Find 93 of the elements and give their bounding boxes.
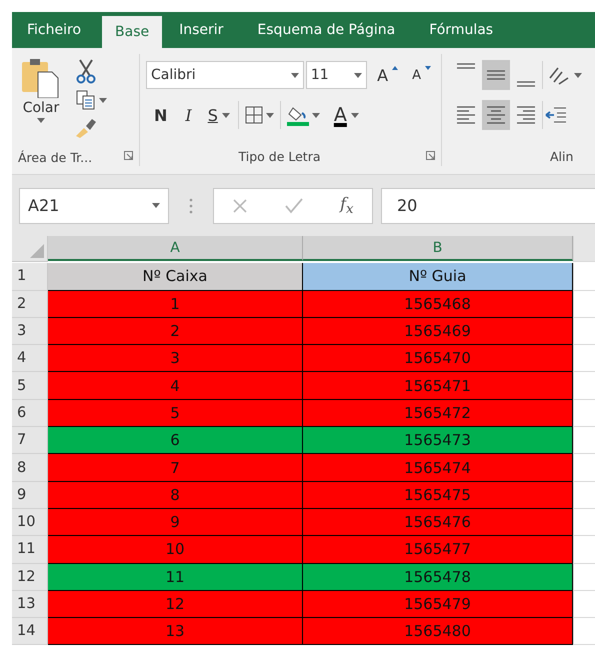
- table-cell: 9: [48, 508, 303, 536]
- table-cell: 3: [48, 345, 303, 372]
- header-cell: Nº Caixa: [48, 263, 303, 291]
- row-header[interactable]: 10: [12, 508, 48, 536]
- row-header[interactable]: 11: [12, 536, 48, 564]
- group-label: Alin: [549, 149, 574, 166]
- paste-button[interactable]: Colar: [18, 58, 64, 150]
- row-header[interactable]: 7: [12, 427, 48, 454]
- bold-button[interactable]: N: [150, 100, 172, 130]
- row-header[interactable]: 1: [12, 263, 48, 291]
- column-header[interactable]: A: [48, 236, 303, 261]
- row-header[interactable]: 14: [12, 618, 48, 646]
- caret-icon: [266, 112, 274, 118]
- table-cell: 2: [48, 318, 303, 346]
- caret-icon: [350, 112, 359, 118]
- table-cell: 10: [48, 536, 303, 564]
- font-name-field[interactable]: Calibri: [146, 61, 304, 89]
- grip-icon: [189, 198, 193, 214]
- font-size-field[interactable]: 11: [306, 61, 368, 89]
- row-header[interactable]: 3: [12, 318, 48, 346]
- horizontal-align-button[interactable]: [482, 100, 510, 130]
- middle-align-icon: [485, 70, 507, 80]
- group-label: Área de Tr...: [17, 150, 94, 167]
- bottom-align-icon: [515, 81, 537, 87]
- ribbon-tab[interactable]: Inserir: [166, 12, 236, 48]
- caret-icon: [290, 72, 299, 78]
- row-header[interactable]: 13: [12, 590, 48, 618]
- formula-input[interactable]: 20: [381, 188, 595, 224]
- vertical-align-button[interactable]: [482, 60, 510, 90]
- caret-icon: [99, 98, 107, 102]
- up-caret-icon: [392, 66, 398, 70]
- align-left-icon: [455, 106, 477, 124]
- align-center-icon: [485, 106, 507, 124]
- row-header[interactable]: 12: [12, 564, 48, 591]
- caret-icon: [574, 72, 582, 78]
- table-cell: 13: [48, 618, 303, 646]
- table-cell: 1565480: [303, 618, 573, 646]
- table-cell: 1565470: [303, 345, 573, 372]
- align-right-icon: [515, 106, 537, 124]
- ribbon-tab[interactable]: Base: [102, 16, 162, 48]
- table-cell: 7: [48, 454, 303, 482]
- launcher-icon[interactable]: [124, 151, 133, 160]
- ribbon-tab[interactable]: Ficheiro: [14, 12, 94, 48]
- name-box[interactable]: A21: [19, 188, 169, 224]
- table-cell: 12: [48, 590, 303, 618]
- font-color-button[interactable]: A: [330, 100, 363, 130]
- check-icon[interactable]: [285, 198, 304, 214]
- table-cell: 1565472: [303, 400, 573, 428]
- caret-icon: [222, 112, 230, 118]
- table-cell: 1: [48, 290, 303, 318]
- scissors-icon[interactable]: [74, 58, 98, 84]
- row-header[interactable]: 6: [12, 400, 48, 428]
- ribbon-tab[interactable]: Fórmulas: [416, 12, 506, 48]
- table-cell: 6: [48, 427, 303, 454]
- table-cell: 1565471: [303, 372, 573, 400]
- table-cell: 1565478: [303, 564, 573, 591]
- table-cell: 8: [48, 482, 303, 509]
- table-cell: 1565473: [303, 427, 573, 454]
- row-header[interactable]: 5: [12, 372, 48, 400]
- row-header[interactable]: 8: [12, 454, 48, 482]
- borders-icon: [244, 106, 263, 124]
- table-cell: 1565474: [303, 454, 573, 482]
- caret-icon: [152, 203, 160, 208]
- caret-icon: [354, 72, 362, 78]
- table-cell: 1565477: [303, 536, 573, 564]
- row-header[interactable]: 9: [12, 482, 48, 509]
- copy-button[interactable]: [74, 88, 109, 112]
- table-cell: 1565476: [303, 508, 573, 536]
- brush-icon[interactable]: [74, 116, 98, 138]
- italic-button[interactable]: I: [181, 100, 196, 130]
- copy-icon: [76, 90, 96, 110]
- grow-font-button[interactable]: A: [373, 60, 402, 90]
- table-cell: 1565475: [303, 482, 573, 509]
- row-header[interactable]: 4: [12, 345, 48, 372]
- table-cell: 11: [48, 564, 303, 591]
- table-cell: 1565479: [303, 590, 573, 618]
- table-cell: 4: [48, 372, 303, 400]
- down-caret-icon: [425, 66, 431, 70]
- underline-button[interactable]: S: [204, 100, 234, 130]
- ribbon-tab[interactable]: Esquema de Página: [244, 12, 408, 48]
- row-header[interactable]: 2: [12, 290, 48, 318]
- table-cell: 5: [48, 400, 303, 428]
- table-cell: 1565469: [303, 318, 573, 346]
- insert-function-button[interactable]: f$_{x}$: [340, 194, 354, 218]
- top-align-icon: [455, 63, 477, 69]
- shrink-font-button[interactable]: A: [408, 60, 435, 90]
- group-label: Tipo de Letra: [237, 149, 322, 166]
- table-cell: 1565468: [303, 290, 573, 318]
- caret-icon: [37, 118, 45, 123]
- launcher-icon[interactable]: [426, 151, 435, 160]
- header-cell: Nº Guia: [303, 263, 573, 291]
- caret-icon: [312, 112, 320, 118]
- column-header[interactable]: B: [303, 236, 573, 261]
